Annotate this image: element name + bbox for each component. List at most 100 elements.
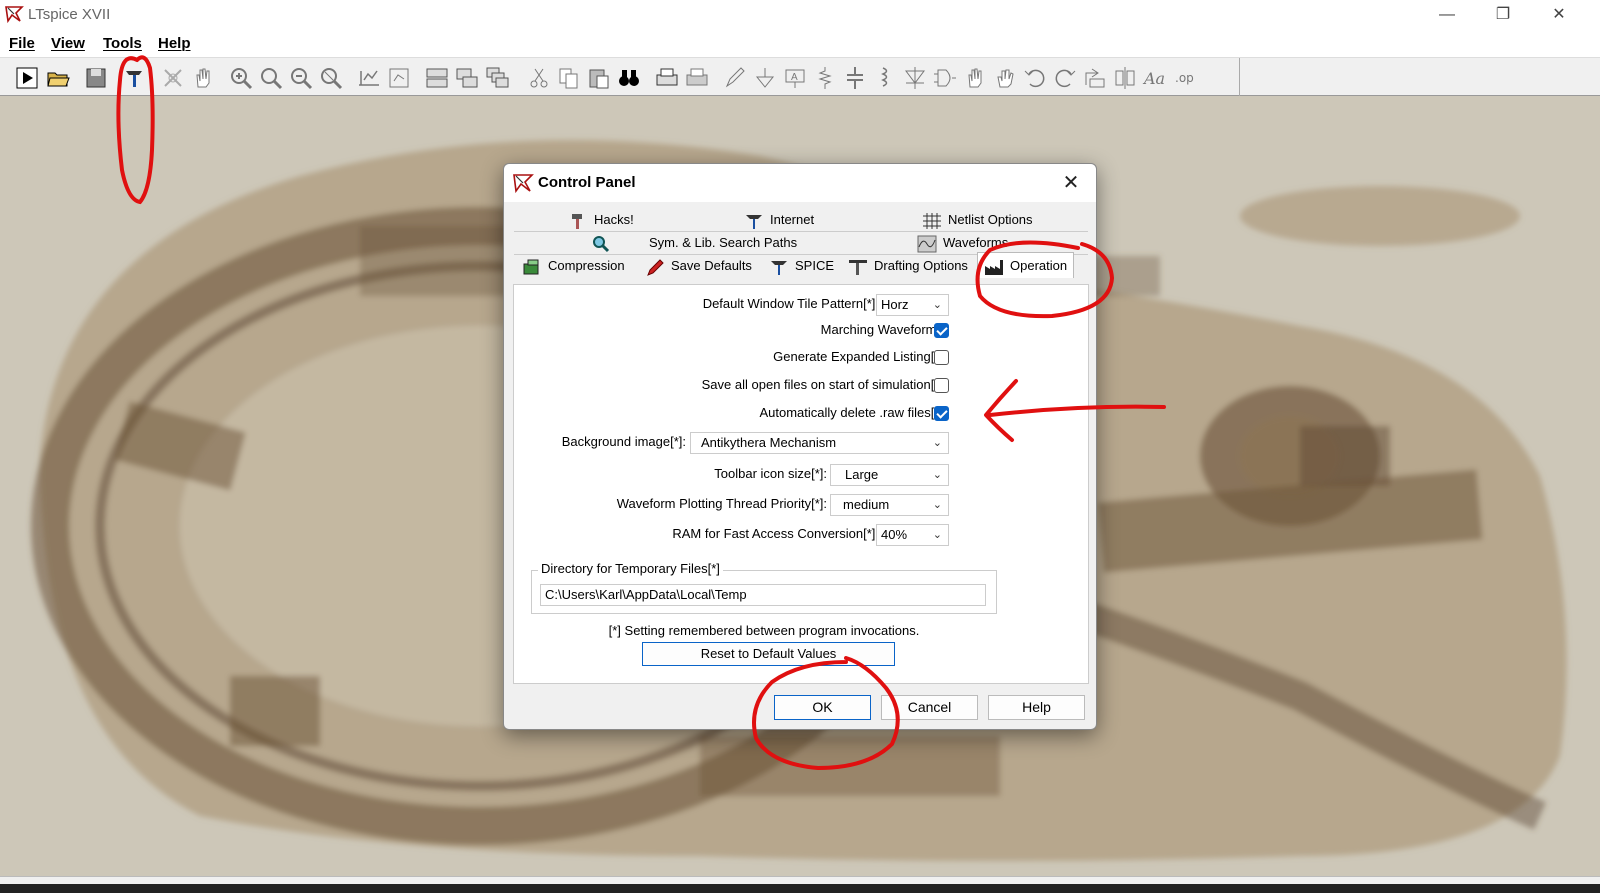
- menu-file[interactable]: File: [9, 35, 35, 52]
- tile-vertical-icon[interactable]: [454, 65, 480, 91]
- zoom-icon[interactable]: [258, 65, 284, 91]
- autorange-icon[interactable]: [356, 65, 382, 91]
- remembered-setting-note: [*] Setting remembered between program i…: [608, 623, 920, 638]
- control-panel-icon[interactable]: [121, 65, 147, 91]
- pan-hand-icon[interactable]: [190, 65, 216, 91]
- inductor-icon[interactable]: [872, 65, 898, 91]
- tab-compression[interactable]: Compression: [522, 255, 625, 277]
- rotate-icon[interactable]: [1082, 65, 1108, 91]
- zoom-in-icon[interactable]: [228, 65, 254, 91]
- tab-sym-lib-search-paths[interactable]: Sym. & Lib. Search Paths: [591, 232, 797, 254]
- ground-icon[interactable]: [752, 65, 778, 91]
- save-all-files-label: Save all open files on start of simulati…: [701, 377, 943, 392]
- auto-delete-raw-checkbox[interactable]: [934, 406, 949, 421]
- tab-hacks[interactable]: Hacks!: [568, 209, 634, 231]
- save-all-files-checkbox[interactable]: [934, 378, 949, 393]
- tab-netlist-options[interactable]: Netlist Options: [922, 209, 1033, 231]
- restore-button[interactable]: ❐: [1480, 0, 1526, 30]
- auto-delete-raw-label: Automatically delete .raw files[*]: [759, 405, 943, 420]
- tab-spice[interactable]: SPICE: [769, 255, 834, 277]
- taskbar-strip: [0, 884, 1600, 893]
- ltspice-logo-icon: [4, 4, 24, 24]
- ram-fast-access-select[interactable]: 40% ⌄: [876, 524, 949, 546]
- chevron-down-icon: ⌄: [932, 437, 942, 449]
- cut-icon[interactable]: [526, 65, 552, 91]
- label-icon[interactable]: A: [782, 65, 808, 91]
- temp-dir-group: Directory for Temporary Files[*] C:\User…: [531, 561, 997, 614]
- diode-icon[interactable]: [902, 65, 928, 91]
- chevron-down-icon: ⌄: [932, 469, 942, 481]
- tab-waveforms[interactable]: Waveforms: [917, 232, 1008, 254]
- print-preview-icon[interactable]: [684, 65, 710, 91]
- menu-tools[interactable]: Tools: [103, 35, 142, 52]
- svg-text:A: A: [791, 72, 798, 83]
- temp-dir-input[interactable]: C:\Users\Karl\AppData\Local\Temp: [540, 584, 986, 606]
- toolbar-icon-size-label: Toolbar icon size[*]:: [714, 466, 827, 481]
- tab-operation[interactable]: Operation: [977, 252, 1075, 278]
- background-image-select[interactable]: Antikythera Mechanism ⌄: [690, 432, 949, 454]
- open-folder-icon[interactable]: [45, 65, 71, 91]
- svg-text:Aa: Aa: [1142, 69, 1165, 88]
- capacitor-icon[interactable]: [842, 65, 868, 91]
- netlist-grid-icon: [922, 212, 942, 230]
- menu-bar: File View Tools Help: [0, 30, 1600, 58]
- toolbar-buttons: A Aa .op: [8, 58, 1240, 96]
- help-button[interactable]: Help: [988, 695, 1085, 720]
- magnifier-icon: [591, 235, 611, 253]
- tab-save-defaults[interactable]: Save Defaults: [645, 255, 752, 277]
- thread-priority-select[interactable]: medium ⌄: [830, 494, 949, 516]
- close-window-button[interactable]: ✕: [1536, 0, 1582, 30]
- svg-text:.op: .op: [1175, 71, 1194, 85]
- chevron-down-icon: ⌄: [932, 499, 942, 511]
- halt-icon[interactable]: [160, 65, 186, 91]
- tab-drafting-options[interactable]: Drafting Options: [848, 255, 968, 277]
- compression-icon: [522, 258, 542, 276]
- wire-pencil-icon[interactable]: [722, 65, 748, 91]
- save-icon[interactable]: [83, 65, 109, 91]
- drafting-t-square-icon: [848, 258, 868, 276]
- ok-button[interactable]: OK: [774, 695, 871, 720]
- mirror-icon[interactable]: [1112, 65, 1138, 91]
- expanded-listing-checkbox[interactable]: [934, 350, 949, 365]
- component-icon[interactable]: [932, 65, 958, 91]
- text-icon[interactable]: Aa: [1142, 65, 1168, 91]
- menu-help[interactable]: Help: [158, 35, 191, 52]
- antenna-icon: [744, 212, 764, 230]
- drag-hand-icon[interactable]: [992, 65, 1018, 91]
- background-image-label: Background image[*]:: [561, 434, 686, 449]
- redo-icon[interactable]: [1052, 65, 1078, 91]
- tile-horizontal-icon[interactable]: [424, 65, 450, 91]
- cancel-button[interactable]: Cancel: [881, 695, 978, 720]
- control-panel-dialog: Control Panel ✕ Hacks! Internet Netlist …: [503, 163, 1097, 730]
- move-hand-icon[interactable]: [962, 65, 988, 91]
- cascade-icon[interactable]: [484, 65, 510, 91]
- toolbar-icon-size-select[interactable]: Large ⌄: [830, 464, 949, 486]
- zoom-fit-icon[interactable]: [318, 65, 344, 91]
- dialog-close-button[interactable]: ✕: [1054, 168, 1088, 198]
- factory-icon: [984, 258, 1004, 276]
- tile-pattern-label: Default Window Tile Pattern[*]:: [702, 296, 879, 311]
- undo-icon[interactable]: [1022, 65, 1048, 91]
- thread-priority-label: Waveform Plotting Thread Priority[*]:: [616, 496, 827, 511]
- dialog-title-bar: Control Panel ✕: [504, 164, 1096, 202]
- find-binoculars-icon[interactable]: [616, 65, 642, 91]
- minimize-button[interactable]: —: [1424, 0, 1470, 30]
- run-icon[interactable]: [14, 65, 40, 91]
- menu-view[interactable]: View: [51, 35, 85, 52]
- app-title: LTspice XVII: [28, 6, 111, 23]
- print-icon[interactable]: [654, 65, 680, 91]
- operation-panel: Default Window Tile Pattern[*]: Horz ⌄ Ma…: [513, 284, 1089, 684]
- tab-internet[interactable]: Internet: [744, 209, 814, 231]
- marching-waveforms-label: Marching Waveforms: [820, 322, 943, 337]
- spice-directive-icon[interactable]: .op: [1172, 65, 1198, 91]
- tile-pattern-select[interactable]: Horz ⌄: [876, 294, 949, 316]
- marching-waveforms-checkbox[interactable]: [934, 323, 949, 338]
- toolbar: A Aa .op: [0, 58, 1600, 96]
- reset-defaults-button[interactable]: Reset to Default Values: [642, 642, 895, 666]
- dialog-title: Control Panel: [538, 174, 636, 191]
- resistor-icon[interactable]: [812, 65, 838, 91]
- copy-icon[interactable]: [556, 65, 582, 91]
- zoom-out-icon[interactable]: [288, 65, 314, 91]
- paste-icon[interactable]: [586, 65, 612, 91]
- fit-icon[interactable]: [386, 65, 412, 91]
